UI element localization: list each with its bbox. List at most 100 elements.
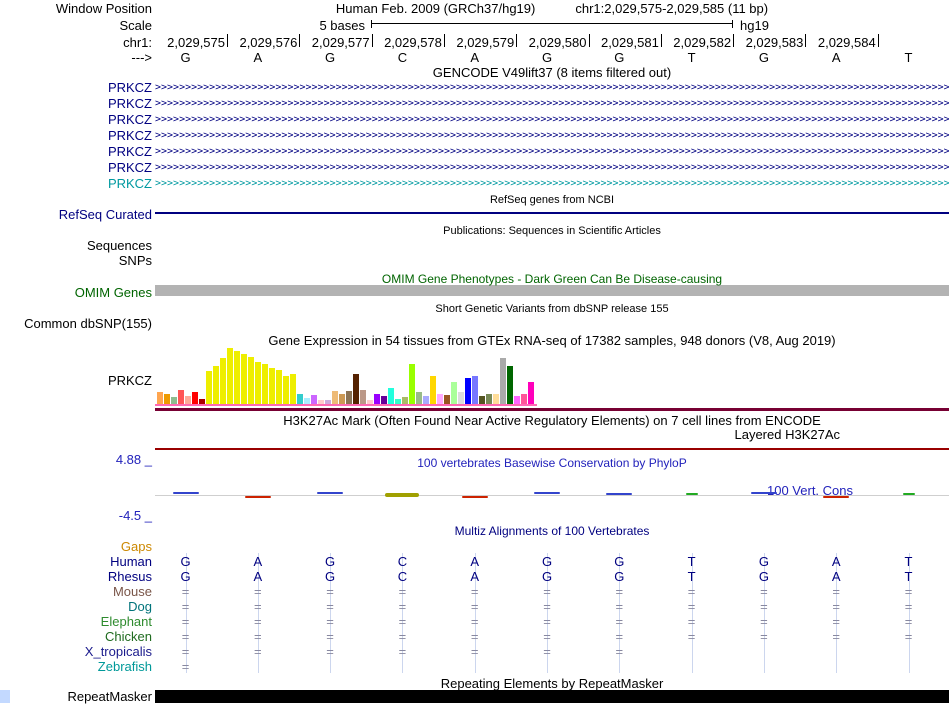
refseq-title: RefSeq genes from NCBI xyxy=(489,194,615,206)
alignment-base: C xyxy=(397,554,408,569)
gene-transcript-row[interactable]: >>>>>>>>>>>>>>>>>>>>>>>>>>>>>>>>>>>>>>>>… xyxy=(155,113,949,126)
alignment-eq-mark: = xyxy=(470,644,479,659)
alignment-eq-mark: = xyxy=(254,614,262,629)
ruler-tick xyxy=(516,34,518,47)
refseq-curated-track-line[interactable] xyxy=(155,212,949,214)
label-gaps[interactable]: Gaps xyxy=(121,539,152,554)
phylop-mark xyxy=(534,492,560,494)
species-label-rhesus[interactable]: Rhesus xyxy=(108,569,152,584)
alignment-eq-mark: = xyxy=(832,584,840,599)
gtex-bar xyxy=(444,395,450,404)
species-label-elephant[interactable]: Elephant xyxy=(101,614,152,629)
phylop-mark xyxy=(823,496,850,498)
repeat-title: Repeating Elements by RepeatMasker xyxy=(440,676,664,691)
gene-transcript-row[interactable]: >>>>>>>>>>>>>>>>>>>>>>>>>>>>>>>>>>>>>>>>… xyxy=(155,97,949,110)
ruler-position: 2,029,580 xyxy=(528,35,587,50)
gene-label-prkcz[interactable]: PRKCZ xyxy=(108,128,152,143)
alignment-eq-mark: = xyxy=(687,599,696,614)
alignment-eq-mark: = xyxy=(398,599,407,614)
gene-label-prkcz[interactable]: PRKCZ xyxy=(108,176,152,191)
alignment-eq-mark: = xyxy=(181,599,190,614)
omim-title: OMIM Gene Phenotypes - Dark Green Can Be… xyxy=(381,272,723,286)
gtex-bar xyxy=(416,392,422,404)
label-common-dbsnp[interactable]: Common dbSNP(155) xyxy=(24,316,152,331)
alignment-eq-mark: = xyxy=(326,584,334,599)
gtex-bar xyxy=(332,391,338,404)
gtex-title: Gene Expression in 54 tissues from GTEx … xyxy=(268,333,836,348)
scale-bar-left-tick xyxy=(371,20,372,28)
gene-label-prkcz[interactable]: PRKCZ xyxy=(108,96,152,111)
gene-transcript-row[interactable]: >>>>>>>>>>>>>>>>>>>>>>>>>>>>>>>>>>>>>>>>… xyxy=(155,161,949,174)
gtex-bar xyxy=(283,376,289,404)
reference-base: T xyxy=(904,50,913,65)
gtex-bar xyxy=(367,400,373,404)
species-label-zebrafish[interactable]: Zebrafish xyxy=(98,659,152,674)
range-title: chr1:2,029,575-2,029,585 (11 bp) xyxy=(575,1,769,16)
label-sequences[interactable]: Sequences xyxy=(87,238,152,253)
gene-label-prkcz[interactable]: PRKCZ xyxy=(108,112,152,127)
ruler-tick xyxy=(660,34,662,47)
gene-label-prkcz[interactable]: PRKCZ xyxy=(108,80,152,95)
species-label-mouse[interactable]: Mouse xyxy=(113,584,152,599)
gtex-bar xyxy=(465,378,471,404)
ruler-tick xyxy=(227,34,228,47)
species-label-chicken[interactable]: Chicken xyxy=(105,629,152,644)
gene-label-prkcz[interactable]: PRKCZ xyxy=(108,160,152,175)
gtex-bar xyxy=(157,392,163,404)
phylop-mark xyxy=(244,496,271,498)
ruler-position: 2,029,584 xyxy=(817,35,876,50)
label-repeatmasker[interactable]: RepeatMasker xyxy=(67,689,152,704)
h3k27ac-baseline[interactable] xyxy=(155,448,949,450)
alignment-eq-mark: = xyxy=(326,629,334,644)
gtex-bar xyxy=(199,399,205,404)
genome-browser: Human Feb. 2009 (GRCh37/hg19) chr1:2,029,… xyxy=(0,0,950,720)
alignment-eq-mark: = xyxy=(398,629,407,644)
alignment-eq-mark: = xyxy=(181,644,190,659)
gtex-bar xyxy=(500,358,506,404)
alignment-eq-mark: = xyxy=(543,599,551,614)
reference-base: G xyxy=(758,50,769,65)
reference-base: G xyxy=(614,50,625,65)
label-gtex-gene[interactable]: PRKCZ xyxy=(108,373,152,388)
label-layered-h3k27ac[interactable]: Layered H3K27Ac xyxy=(734,427,840,442)
ruler-position: 2,029,581 xyxy=(600,35,659,50)
gtex-bar xyxy=(311,395,317,404)
omim-genes-bar[interactable] xyxy=(155,285,949,296)
phylop-mark xyxy=(606,493,633,495)
reference-base: C xyxy=(397,50,408,65)
species-label-dog[interactable]: Dog xyxy=(128,599,152,614)
alignment-eq-mark: = xyxy=(543,629,551,644)
alignment-base: A xyxy=(253,569,263,584)
gtex-gene-model-line[interactable] xyxy=(155,404,537,406)
gene-transcript-row[interactable]: >>>>>>>>>>>>>>>>>>>>>>>>>>>>>>>>>>>>>>>>… xyxy=(155,129,949,142)
gtex-bar xyxy=(423,396,429,404)
gtex-bar xyxy=(409,364,415,404)
alignment-eq-mark: = xyxy=(254,629,262,644)
gene-label-prkcz[interactable]: PRKCZ xyxy=(108,144,152,159)
label-omim-genes[interactable]: OMIM Genes xyxy=(75,285,152,300)
browser-position-header: Human Feb. 2009 (GRCh37/hg19) chr1:2,029,… xyxy=(155,1,949,16)
gtex-bar xyxy=(227,348,233,404)
repeatmasker-element-bar[interactable] xyxy=(155,690,949,703)
label-snps[interactable]: SNPs xyxy=(119,253,152,268)
gene-transcript-row[interactable]: >>>>>>>>>>>>>>>>>>>>>>>>>>>>>>>>>>>>>>>>… xyxy=(155,177,949,190)
gtex-bar xyxy=(374,394,380,404)
assembly-title: Human Feb. 2009 (GRCh37/hg19) xyxy=(335,1,536,16)
gtex-bar xyxy=(290,374,296,404)
alignment-eq-mark: = xyxy=(543,614,551,629)
gtex-bar xyxy=(185,396,191,404)
phylop-mark xyxy=(317,492,344,494)
track-side-handle[interactable] xyxy=(0,690,10,703)
gene-transcript-row[interactable]: >>>>>>>>>>>>>>>>>>>>>>>>>>>>>>>>>>>>>>>>… xyxy=(155,81,949,94)
alignment-eq-mark: = xyxy=(543,644,551,659)
gtex-bar xyxy=(220,358,226,404)
scale-bar-right-tick xyxy=(732,20,733,28)
species-label-x_tropicalis[interactable]: X_tropicalis xyxy=(85,644,152,659)
gtex-bar xyxy=(381,396,387,404)
gtex-bar xyxy=(472,376,478,404)
label-refseq-curated[interactable]: RefSeq Curated xyxy=(59,207,152,222)
alignment-base: G xyxy=(758,554,769,569)
gene-transcript-row[interactable]: >>>>>>>>>>>>>>>>>>>>>>>>>>>>>>>>>>>>>>>>… xyxy=(155,145,949,158)
alignment-eq-mark: = xyxy=(904,614,913,629)
species-label-human[interactable]: Human xyxy=(110,554,152,569)
